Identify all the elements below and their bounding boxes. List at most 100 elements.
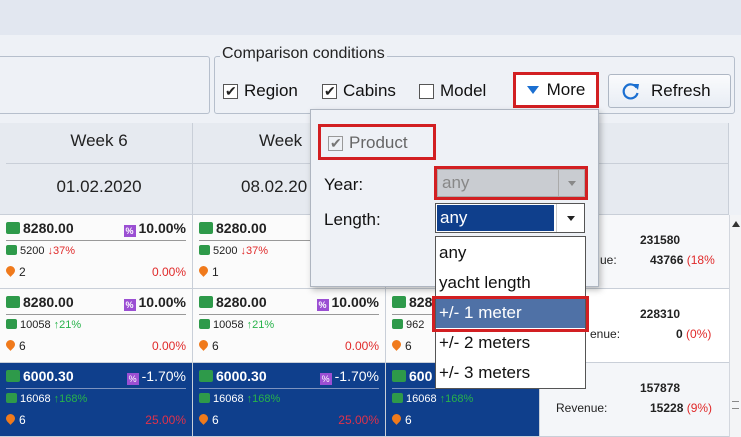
length-select[interactable]: any: [435, 203, 585, 233]
region-count: 6: [6, 339, 26, 353]
grid-cell[interactable]: 8280.00 % 10.00% 10058 ↑21% 6 0.00%: [0, 289, 193, 363]
grid-cell[interactable]: 8280.00 % 10.00% 5200 ↓37% 2 0.00%: [0, 215, 193, 289]
grid-cell-selected[interactable]: 6000.30 % -1.70% 16068 ↑168% 6 25.00%: [0, 363, 193, 437]
divider: [199, 388, 379, 389]
header-divider: [6, 163, 192, 164]
comparison-conditions-legend: Comparison conditions: [220, 45, 387, 63]
money-icon: [6, 245, 17, 255]
refresh-button[interactable]: Refresh: [608, 74, 731, 108]
revenue-label: ue:: [600, 253, 617, 267]
week-label: Week 6: [70, 131, 128, 150]
divider: [199, 314, 379, 315]
chevron-down-icon[interactable]: [556, 204, 584, 232]
money-icon: [199, 245, 210, 255]
top-band: [0, 0, 741, 35]
length-option-2-meters[interactable]: +/- 2 meters: [436, 328, 585, 358]
count-value: 10058 ↑21%: [6, 319, 81, 331]
money-icon: [392, 319, 403, 329]
model-checkbox-row[interactable]: Model: [419, 80, 486, 102]
cabins-checkbox-row[interactable]: ✔ Cabins: [322, 80, 396, 102]
percent-icon: %: [319, 373, 332, 385]
location-pin-icon: [199, 266, 208, 277]
length-option-3-meters[interactable]: +/- 3 meters: [436, 358, 585, 388]
price-value: 6000.30: [6, 368, 74, 384]
length-option-any[interactable]: any: [436, 238, 585, 268]
count-value: 5200 ↓37%: [6, 245, 75, 257]
region-count: 6: [392, 413, 412, 427]
revenue-label: Revenue:: [556, 401, 608, 415]
date-label: 01.02.2020: [56, 177, 142, 196]
check-icon: ✔: [225, 82, 237, 99]
price-value: 8280.00: [6, 220, 74, 236]
app-window: Comparison conditions ✔ Region ✔ Cabins …: [0, 0, 741, 437]
year-select[interactable]: any: [437, 169, 585, 197]
price-value: 8280.00: [6, 294, 74, 310]
product-label: Product: [349, 133, 408, 152]
money-icon: [199, 319, 210, 329]
scroll-up-icon[interactable]: [732, 221, 740, 227]
length-label: Length:: [324, 210, 381, 229]
location-pin-icon: [6, 266, 15, 277]
region-label: Region: [244, 81, 298, 100]
money-icon: [6, 393, 17, 403]
triangle-down-icon: [526, 86, 539, 94]
count-value: 16068 ↑168%: [392, 393, 473, 405]
divider: [6, 388, 186, 389]
region-count: 6: [6, 413, 26, 427]
product-checkbox[interactable]: ✔: [328, 135, 343, 151]
option-highlight-frame: [432, 296, 589, 332]
price-value: 828: [392, 294, 432, 310]
discount-percent: % -1.70%: [126, 368, 186, 385]
year-label: Year:: [324, 175, 364, 194]
summary-total: 231580: [640, 233, 681, 247]
region-count: 1: [199, 265, 219, 279]
scroll-grip-icon[interactable]: [732, 401, 739, 409]
refresh-icon: [622, 83, 639, 100]
divider: [6, 314, 186, 315]
money-icon: [6, 319, 17, 329]
money-icon: [6, 222, 20, 234]
region-percent: 25.00%: [338, 413, 379, 427]
product-checkbox-row[interactable]: ✔ Product: [328, 133, 408, 153]
region-percent: 0.00%: [151, 339, 186, 353]
count-value: 962: [392, 319, 424, 331]
region-percent: 0.00%: [151, 265, 186, 279]
location-pin-icon: [6, 414, 15, 425]
revenue-label: enue:: [590, 327, 621, 341]
refresh-button-label: Refresh: [651, 81, 711, 100]
more-button-label: More: [546, 80, 586, 99]
cabins-checkbox[interactable]: ✔: [322, 83, 337, 99]
percent-icon: %: [123, 225, 136, 237]
region-checkbox[interactable]: ✔: [223, 82, 238, 99]
length-option-yacht-length[interactable]: yacht length: [436, 268, 585, 298]
location-pin-icon: [392, 340, 401, 351]
week-label: Week: [259, 131, 303, 150]
left-group-box: [0, 56, 210, 114]
grid-cell[interactable]: 8280.00 % 10.00% 10058 ↑21% 6 0.00%: [193, 289, 386, 363]
region-percent: 25.00%: [145, 413, 186, 427]
discount-percent: % -1.70%: [319, 368, 379, 385]
revenue-value: 15228 (9%): [650, 401, 713, 415]
chevron-down-icon[interactable]: [558, 170, 584, 196]
money-icon: [6, 296, 20, 308]
model-label: Model: [440, 81, 487, 100]
vertical-scrollbar[interactable]: [729, 215, 741, 437]
date-label: 08.02.20: [241, 177, 308, 196]
grid-cell-selected[interactable]: 6000.30 % -1.70% 16068 ↑168% 6 25.00%: [193, 363, 386, 437]
region-count: 6: [199, 413, 219, 427]
model-checkbox[interactable]: [419, 83, 434, 99]
region-checkbox-row[interactable]: ✔ Region: [223, 80, 298, 102]
year-select-value: any: [442, 173, 470, 192]
summary-total: 157878: [640, 381, 681, 395]
count-value: 5200 ↓37%: [199, 245, 268, 257]
location-pin-icon: [6, 340, 15, 351]
count-value: 16068 ↑168%: [6, 393, 87, 405]
money-icon: [392, 296, 406, 308]
money-icon: [199, 393, 210, 403]
column-header-week-6[interactable]: Week 6 01.02.2020: [6, 123, 193, 215]
price-value: 600: [392, 368, 432, 384]
region-percent: 0.00%: [344, 339, 379, 353]
discount-percent: % 10.00%: [123, 294, 186, 311]
more-button[interactable]: More: [513, 72, 599, 108]
percent-icon: %: [123, 299, 136, 311]
